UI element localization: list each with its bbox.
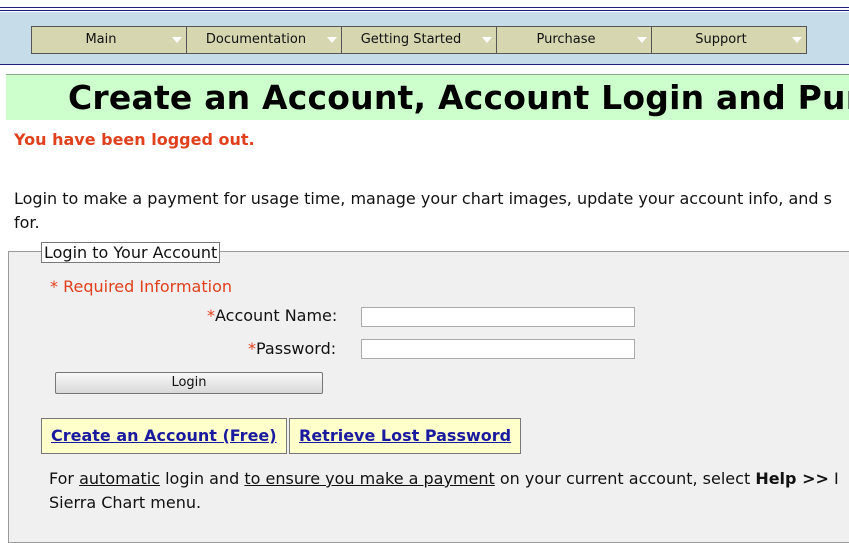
dropdown-arrow-icon <box>792 37 802 43</box>
required-star: * <box>248 339 256 358</box>
nav-item-label: Purchase <box>536 32 596 47</box>
required-star: * <box>207 306 215 325</box>
nav-item-documentation[interactable]: Documentation <box>187 27 342 53</box>
help-menu-path: Help >> <box>755 469 829 488</box>
nav-item-getting-started[interactable]: Getting Started <box>342 27 497 53</box>
logout-status-message: You have been logged out. <box>14 130 255 149</box>
account-name-input[interactable] <box>361 307 635 327</box>
account-name-label-text: Account Name: <box>215 306 338 325</box>
instructions-text: on your current account, select <box>494 469 756 488</box>
dropdown-arrow-icon <box>327 37 337 43</box>
account-name-label: *Account Name: <box>207 306 337 325</box>
nav-item-support[interactable]: Support <box>652 27 807 53</box>
nav-item-label: Main <box>85 32 117 47</box>
automatic-link[interactable]: automatic <box>79 469 160 488</box>
retrieve-password-link[interactable]: Retrieve Lost Password <box>289 418 522 454</box>
password-label-text: Password: <box>256 339 337 358</box>
nav-item-label: Support <box>695 32 747 47</box>
nav-item-main[interactable]: Main <box>32 27 187 53</box>
page-title: Create an Account, Account Login and Pur… <box>68 78 849 117</box>
password-input[interactable] <box>361 339 635 359</box>
instructions-line: For automatic login and to ensure you ma… <box>49 467 849 491</box>
dropdown-arrow-icon <box>172 37 182 43</box>
intro-line: for. <box>14 213 40 232</box>
page-title-bar: Create an Account, Account Login and Pur… <box>6 74 849 120</box>
intro-paragraph: Login to make a payment for usage time, … <box>14 187 849 235</box>
required-star: * <box>50 277 58 296</box>
nav-item-label: Getting Started <box>360 32 462 47</box>
instructions-text: For <box>49 469 80 488</box>
top-border-line <box>0 10 849 11</box>
dropdown-arrow-icon <box>637 37 647 43</box>
top-border-line <box>0 7 849 8</box>
create-account-link[interactable]: Create an Account (Free) <box>41 418 287 454</box>
instructions-text: I <box>828 469 839 488</box>
instructions-text: login and <box>160 469 245 488</box>
password-label: *Password: <box>248 339 336 358</box>
nav-item-label: Documentation <box>205 32 307 47</box>
intro-line: Login to make a payment for usage time, … <box>14 189 832 208</box>
required-note-text: Required Information <box>63 277 233 296</box>
main-menu-bar: Main Documentation Getting Started Purch… <box>31 26 807 54</box>
auto-login-instructions: For automatic login and to ensure you ma… <box>49 467 849 515</box>
login-panel-legend: Login to Your Account <box>41 242 221 263</box>
dropdown-arrow-icon <box>482 37 492 43</box>
ensure-payment-link[interactable]: to ensure you make a payment <box>244 469 494 488</box>
required-info-note: * Required Information <box>50 277 232 296</box>
nav-item-purchase[interactable]: Purchase <box>497 27 652 53</box>
instructions-line: Sierra Chart menu. <box>49 493 202 512</box>
top-navigation-band: Main Documentation Getting Started Purch… <box>0 0 849 66</box>
login-button[interactable]: Login <box>55 372 323 394</box>
